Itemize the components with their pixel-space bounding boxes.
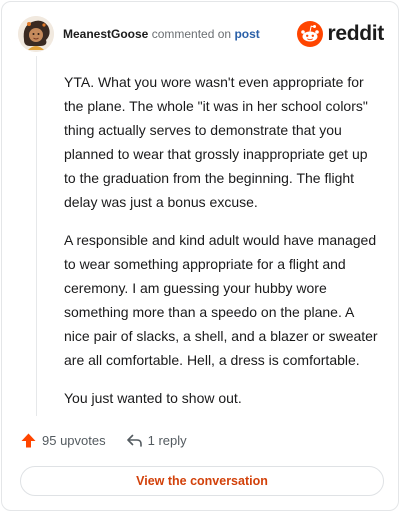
reply-arrow-icon: [126, 434, 142, 447]
comment-body: YTA. What you wore wasn't even appropria…: [64, 70, 382, 424]
comment-paragraph: You just wanted to show out.: [64, 390, 242, 406]
reply-button[interactable]: 1 reply: [126, 432, 187, 449]
avatar-icon: [18, 16, 54, 52]
comment-paragraph: A responsible and kind adult would have …: [64, 232, 378, 368]
post-link[interactable]: post: [234, 27, 259, 41]
user-avatar[interactable]: [18, 16, 54, 52]
reddit-wordmark: reddit: [327, 22, 384, 45]
comment-paragraph: YTA. What you wore wasn't even appropria…: [64, 74, 368, 210]
username[interactable]: MeanestGoose: [63, 27, 148, 41]
reddit-brand[interactable]: reddit: [297, 20, 384, 48]
reply-count: 1 reply: [147, 432, 187, 448]
comment-header: MeanestGoose commented on post reddit: [18, 16, 384, 52]
upvote-arrow-icon: [21, 433, 36, 447]
thread-line: [36, 56, 37, 416]
upvote-count: 95 upvotes: [42, 432, 106, 448]
commented-on-label: commented on: [151, 27, 232, 41]
view-conversation-button[interactable]: View the conversation: [20, 466, 384, 496]
reddit-logo-icon: [297, 21, 324, 47]
comment-byline: MeanestGoose commented on post: [63, 27, 260, 41]
comment-actions: 95 upvotes 1 reply: [20, 430, 187, 450]
comment-card: MeanestGoose commented on post reddit YT…: [1, 1, 399, 511]
upvote-button[interactable]: 95 upvotes: [20, 432, 106, 449]
